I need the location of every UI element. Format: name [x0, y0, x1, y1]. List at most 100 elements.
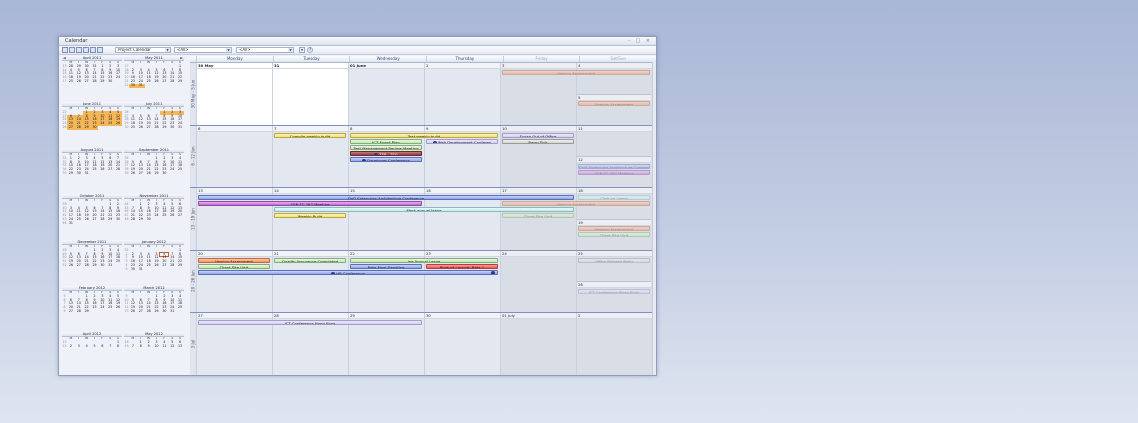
mini-day[interactable]: 31: [83, 171, 91, 176]
mini-day[interactable]: 11: [160, 344, 168, 349]
mini-day[interactable]: 31: [168, 309, 176, 314]
mini-day[interactable]: 10: [153, 344, 161, 349]
mini-day[interactable]: 27: [83, 79, 91, 84]
mini-day[interactable]: 30: [106, 79, 114, 84]
mini-day[interactable]: 29: [137, 217, 145, 222]
filter-select-2[interactable]: <All> ▼: [236, 47, 294, 53]
calendar-event[interactable]: CEN TC 287 Meeting: [578, 169, 650, 175]
calendar-event[interactable]: Beta Final Deadline: [350, 263, 422, 269]
mini-day[interactable]: 26: [67, 263, 75, 268]
calendar-select[interactable]: Project Calendar ▼: [115, 47, 171, 53]
calendar-event[interactable]: Version Assessment: [502, 70, 650, 75]
mini-day[interactable]: 28: [74, 125, 83, 131]
mini-day[interactable]: 13: [176, 344, 184, 349]
day-cell[interactable]: 24: [500, 250, 576, 312]
mini-day[interactable]: 28: [153, 125, 161, 130]
help-icon[interactable]: ?: [307, 47, 313, 53]
calendar-event[interactable]: Susan Out of Office: [502, 132, 574, 138]
day-cell[interactable]: 31: [272, 63, 348, 125]
calendar-event[interactable]: Click on Leave: [578, 195, 650, 200]
mini-day[interactable]: 9: [145, 344, 153, 349]
mini-day[interactable]: 25: [67, 79, 75, 84]
calendar-event[interactable]: Joe Annual Leave: [350, 257, 498, 263]
mini-day[interactable]: 5: [91, 344, 99, 349]
mini-day[interactable]: 29: [67, 171, 75, 176]
calendar-event[interactable]: CEN TC 287 Meeting: [198, 201, 422, 206]
day-cell[interactable]: 01 July: [500, 313, 576, 375]
calendar-event[interactable]: ICT Conference Hong Kong: [578, 288, 650, 294]
mini-day[interactable]: 29: [98, 79, 106, 84]
calendar-event[interactable]: Version Assessment: [578, 226, 650, 231]
view-day-icon[interactable]: [62, 47, 68, 53]
calendar-event[interactable]: ICT Event Plan: [350, 138, 422, 144]
mini-day[interactable]: 30: [145, 217, 153, 222]
mini-day[interactable]: 29: [82, 125, 91, 131]
mini-day[interactable]: 27: [145, 125, 153, 130]
day-cell[interactable]: 30: [424, 313, 500, 375]
day-cell[interactable]: 2: [576, 313, 652, 375]
mini-day[interactable]: 25: [129, 125, 137, 130]
calendar-event[interactable]: Barry Sick: [502, 138, 574, 144]
mini-day[interactable]: 27: [75, 263, 83, 268]
mini-day[interactable]: 28: [145, 171, 153, 176]
view-week-icon[interactable]: [76, 47, 82, 53]
calendar-event[interactable]: ICT Conference Hong Kong: [198, 320, 422, 325]
mini-day[interactable]: 28: [129, 217, 137, 222]
mini-day[interactable]: 2: [67, 344, 75, 349]
mini-day[interactable]: 3: [75, 344, 83, 349]
mini-day[interactable]: 7: [129, 344, 137, 349]
mini-day[interactable]: 27: [137, 171, 145, 176]
mini-day[interactable]: 28: [91, 79, 99, 84]
mini-day[interactable]: 31: [106, 263, 114, 268]
calendar-event[interactable]: TSP - TSG: [350, 150, 422, 156]
mini-day[interactable]: 6: [98, 344, 106, 349]
mini-day[interactable]: 27: [67, 309, 75, 314]
view-workweek-icon[interactable]: [69, 47, 75, 53]
sunday-cell[interactable]: 26: [576, 281, 651, 312]
calendar-event[interactable]: Client Site Visit: [198, 263, 270, 269]
calendar-event[interactable]: Client Site Visit: [578, 232, 650, 237]
mini-day[interactable]: 4: [83, 344, 91, 349]
calendar-event[interactable]: Test Management Review Meeting: [350, 144, 422, 150]
mini-day[interactable]: 28: [75, 309, 83, 314]
mini-day[interactable]: 8: [137, 344, 145, 349]
mini-day[interactable]: 26: [75, 79, 83, 84]
calendar-event[interactable]: Weekly Build: [274, 213, 346, 218]
mini-day[interactable]: 29: [91, 263, 99, 268]
mini-day[interactable]: 27: [137, 309, 145, 314]
day-cell[interactable]: 01 June: [348, 63, 424, 125]
refresh-icon[interactable]: [90, 47, 96, 53]
mini-day[interactable]: 28: [83, 263, 91, 268]
mini-day[interactable]: 8: [114, 344, 122, 349]
mini-day[interactable]: 29: [153, 309, 161, 314]
day-cell[interactable]: 6: [196, 125, 272, 187]
mini-day[interactable]: 30: [129, 83, 137, 89]
mini-day[interactable]: 31: [176, 125, 184, 130]
day-cell[interactable]: 11 12: [576, 125, 652, 187]
filter-select-1[interactable]: <All> ▼: [174, 47, 232, 53]
day-cell[interactable]: 2: [424, 63, 500, 125]
mini-day[interactable]: 31: [137, 267, 145, 272]
vertical-scrollbar[interactable]: [652, 62, 656, 375]
calendar-event[interactable]: Compile weekly build: [274, 132, 346, 138]
mini-day[interactable]: 29: [153, 171, 161, 176]
sunday-cell[interactable]: 5: [576, 93, 651, 125]
mini-day[interactable]: 31: [136, 83, 145, 89]
mini-day[interactable]: 30: [168, 125, 176, 130]
next-month-icon[interactable]: ►: [180, 56, 183, 60]
calendar-event[interactable]: Quality Assurance Completed: [274, 257, 346, 263]
mini-day[interactable]: 12: [168, 344, 176, 349]
mini-day[interactable]: 30: [98, 263, 106, 268]
mini-day[interactable]: 30: [129, 267, 137, 272]
calendar-event[interactable]: Office Release Party: [578, 257, 650, 263]
view-month-icon[interactable]: [83, 47, 89, 53]
prev-month-icon[interactable]: ◄: [63, 56, 66, 60]
mini-day[interactable]: 29: [83, 309, 91, 314]
mini-day[interactable]: 27: [67, 125, 75, 131]
calendar-event[interactable]: Product Launch: Beta 1: [426, 263, 498, 269]
mini-day[interactable]: 30: [90, 125, 99, 131]
mini-day[interactable]: 26: [137, 125, 145, 130]
calendar-event[interactable]: Version Assessment: [198, 257, 270, 263]
mini-day[interactable]: 31: [67, 221, 75, 226]
calendar-event[interactable]: DoD Enterprise Architecture Confere: [578, 163, 650, 169]
